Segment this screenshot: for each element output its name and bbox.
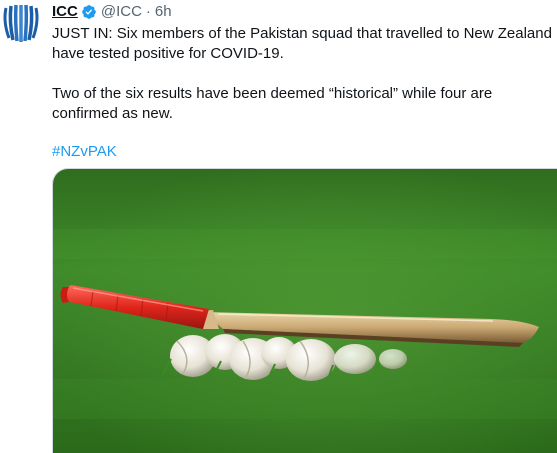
tweet: ICC @ICC · 6h JUST IN: Six members of th… (0, 0, 557, 453)
separator-dot: · (145, 3, 151, 20)
tweet-text: JUST IN: Six members of the Pakistan squ… (52, 24, 557, 162)
tweet-paragraph-2: Two of the six results have been deemed … (52, 85, 493, 122)
timestamp[interactable]: 6h (155, 2, 172, 22)
avatar[interactable] (0, 2, 42, 44)
tweet-content: ICC @ICC · 6h JUST IN: Six members of th… (52, 0, 557, 453)
verified-badge-icon (82, 5, 96, 19)
handle[interactable]: @ICC (101, 2, 142, 22)
tweet-media-image[interactable] (52, 168, 557, 453)
tweet-header: ICC @ICC · 6h (52, 0, 557, 24)
cricket-bat-and-balls-photo (53, 169, 557, 453)
hashtag-link[interactable]: #NZvPAK (52, 142, 117, 162)
tweet-paragraph-1: JUST IN: Six members of the Pakistan squ… (52, 25, 552, 62)
icc-logo-icon (1, 3, 41, 43)
display-name[interactable]: ICC (52, 2, 78, 22)
